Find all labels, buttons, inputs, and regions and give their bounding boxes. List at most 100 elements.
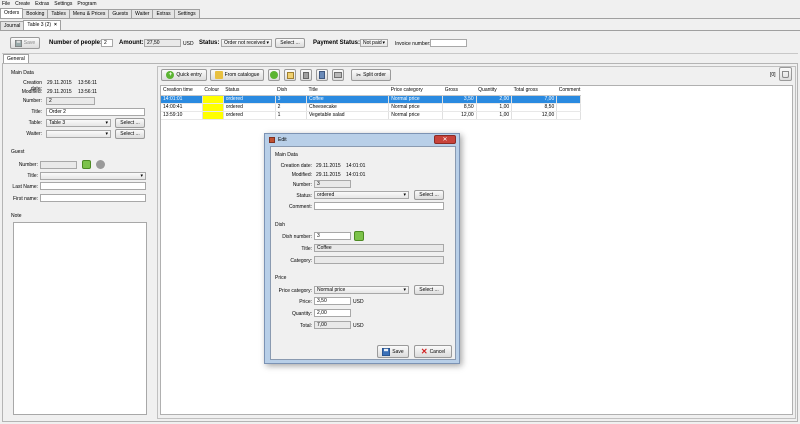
coffee-button[interactable] bbox=[779, 67, 792, 81]
tab-table-3[interactable]: Table 3 (2) × bbox=[23, 20, 61, 30]
dialog-price-select-button[interactable]: Select ... bbox=[414, 285, 444, 295]
split-order-button[interactable]: ✂ Split order bbox=[351, 69, 391, 81]
waiter-dropdown[interactable]: ▾ bbox=[46, 130, 111, 138]
cell-quantity: 2,00 bbox=[476, 95, 513, 104]
save-button-label: Save bbox=[23, 40, 36, 46]
tab-settings[interactable]: Settings bbox=[173, 9, 200, 18]
main-data-heading: Main Data bbox=[11, 70, 34, 76]
tab-tables[interactable]: Tables bbox=[47, 9, 70, 18]
delete-item-button[interactable] bbox=[300, 69, 312, 81]
print-button[interactable] bbox=[332, 69, 344, 81]
save-button[interactable]: Save bbox=[10, 37, 40, 49]
menu-extras[interactable]: Extras bbox=[35, 1, 49, 7]
dialog-main-heading: Main Data bbox=[275, 152, 298, 158]
tab-waiter[interactable]: Waiter bbox=[131, 9, 154, 18]
table-select-button[interactable]: Select ... bbox=[115, 118, 145, 128]
guest-number-field bbox=[40, 161, 77, 169]
menu-create[interactable]: Create bbox=[15, 1, 30, 7]
col-price-category[interactable]: Price category bbox=[388, 86, 443, 96]
tab-menu-prices[interactable]: Menu & Prices bbox=[68, 9, 110, 18]
tab-journal[interactable]: Journal bbox=[0, 21, 25, 30]
cell-colour bbox=[202, 103, 224, 112]
cell-comment bbox=[556, 95, 581, 104]
waiter-select-button[interactable]: Select ... bbox=[115, 129, 145, 139]
chevron-down-icon: ▾ bbox=[105, 131, 108, 137]
col-gross[interactable]: Gross bbox=[442, 86, 477, 96]
guest-lastname-input[interactable] bbox=[40, 182, 146, 190]
note-textarea[interactable] bbox=[13, 222, 147, 415]
dialog-cancel-button[interactable]: ✕ Cancel bbox=[414, 345, 452, 358]
printer-icon bbox=[334, 72, 342, 78]
cell-quantity: 1,00 bbox=[476, 111, 513, 120]
table-row[interactable]: 14:00:41 ordered 2 Cheesecake Normal pri… bbox=[161, 103, 581, 112]
dialog-comment-input[interactable] bbox=[314, 202, 444, 210]
table-dropdown[interactable]: Table 3 ▾ bbox=[46, 119, 111, 127]
dialog-quantity-label: Quantity: bbox=[291, 311, 312, 317]
cell-dish: 2 bbox=[275, 103, 308, 112]
dish-lookup-icon[interactable] bbox=[354, 231, 364, 241]
edit-item-button[interactable] bbox=[284, 69, 296, 81]
menu-program[interactable]: Program bbox=[77, 1, 96, 7]
dialog-status-dropdown[interactable]: ordered ▾ bbox=[314, 191, 409, 199]
guest-clear-icon[interactable] bbox=[96, 160, 105, 169]
guest-title-dropdown[interactable]: ▾ bbox=[40, 172, 146, 180]
add-item-button[interactable] bbox=[268, 69, 280, 81]
amount-label: Amount: bbox=[119, 40, 144, 46]
menu-file[interactable]: File bbox=[2, 1, 10, 7]
col-comment[interactable]: Comment bbox=[556, 86, 581, 96]
people-input[interactable]: 2 bbox=[101, 39, 113, 47]
calculator-button[interactable] bbox=[316, 69, 328, 81]
edit-dialog: Edit ✕ Main Data Creation date: 29.11.20… bbox=[264, 133, 460, 364]
col-title[interactable]: Title bbox=[306, 86, 389, 96]
dialog-status-label: Status: bbox=[296, 193, 312, 199]
dialog-category-field bbox=[314, 256, 444, 264]
cell-dish: 3 bbox=[275, 95, 308, 104]
invoice-input[interactable] bbox=[430, 39, 467, 47]
dialog-quantity-input[interactable]: 2,00 bbox=[314, 309, 351, 317]
table-row[interactable]: 14:01:01 ordered 3 Coffee Normal price 3… bbox=[161, 95, 581, 104]
title-input[interactable]: Order 2 bbox=[46, 108, 145, 116]
dialog-price-category-label: Price category: bbox=[278, 288, 312, 294]
number-field: 2 bbox=[46, 97, 95, 105]
tab-extras[interactable]: Extras bbox=[152, 9, 175, 18]
col-status[interactable]: Status bbox=[223, 86, 276, 96]
col-total-gross[interactable]: Total gross bbox=[511, 86, 557, 96]
guest-firstname-input[interactable] bbox=[40, 194, 146, 202]
guest-lastname-label: Last Name: bbox=[12, 184, 38, 190]
dialog-status-select-button[interactable]: Select ... bbox=[414, 190, 444, 200]
chevron-down-icon: ▾ bbox=[266, 40, 269, 46]
status-select-button[interactable]: Select ... bbox=[275, 38, 305, 48]
dialog-dish-title-field: Coffee bbox=[314, 244, 444, 252]
tab-orders[interactable]: Orders bbox=[0, 8, 24, 18]
trash-icon bbox=[303, 71, 309, 79]
col-dish[interactable]: Dish bbox=[275, 86, 307, 96]
tab-booking[interactable]: Booking bbox=[22, 9, 49, 18]
close-icon[interactable]: × bbox=[54, 22, 57, 29]
dialog-price-heading: Price bbox=[275, 275, 287, 281]
cell-time: 13:59:10 bbox=[161, 111, 203, 120]
dialog-price-input[interactable]: 3,50 bbox=[314, 297, 351, 305]
col-colour[interactable]: Colour bbox=[202, 86, 224, 96]
table-row[interactable]: 13:59:10 ordered 1 Vegetable salad Norma… bbox=[161, 111, 581, 120]
order-toolbar: Save Number of people: 2 Amount: 27,50 U… bbox=[2, 32, 798, 54]
dialog-dish-number-input[interactable]: 3 bbox=[314, 232, 351, 240]
dialog-save-button[interactable]: Save bbox=[377, 345, 409, 358]
from-catalogue-label: From catalogue bbox=[224, 72, 260, 78]
dialog-price-category-dropdown[interactable]: Normal price ▾ bbox=[314, 286, 409, 294]
status-dropdown[interactable]: Order not received ▾ bbox=[221, 39, 272, 47]
col-creation-time[interactable]: Creation time bbox=[161, 86, 203, 96]
from-catalogue-button[interactable]: From catalogue bbox=[210, 69, 264, 81]
dialog-creation-label: Creation date: bbox=[280, 163, 312, 169]
edit-dialog-title: Edit bbox=[278, 137, 287, 143]
chevron-down-icon: ▾ bbox=[382, 40, 385, 46]
quick-entry-button[interactable]: + Quick entry bbox=[161, 69, 207, 81]
menu-settings[interactable]: Settings bbox=[54, 1, 72, 7]
payment-status-dropdown[interactable]: Not paid ▾ bbox=[360, 39, 388, 47]
cell-colour bbox=[202, 111, 224, 120]
col-quantity[interactable]: Quantity bbox=[476, 86, 512, 96]
tab-guests[interactable]: Guests bbox=[108, 9, 133, 18]
dialog-close-button[interactable]: ✕ bbox=[434, 135, 456, 144]
dialog-price-currency: USD bbox=[353, 299, 364, 305]
chevron-down-icon: ▾ bbox=[403, 287, 406, 293]
guest-lookup-icon[interactable] bbox=[82, 160, 91, 169]
